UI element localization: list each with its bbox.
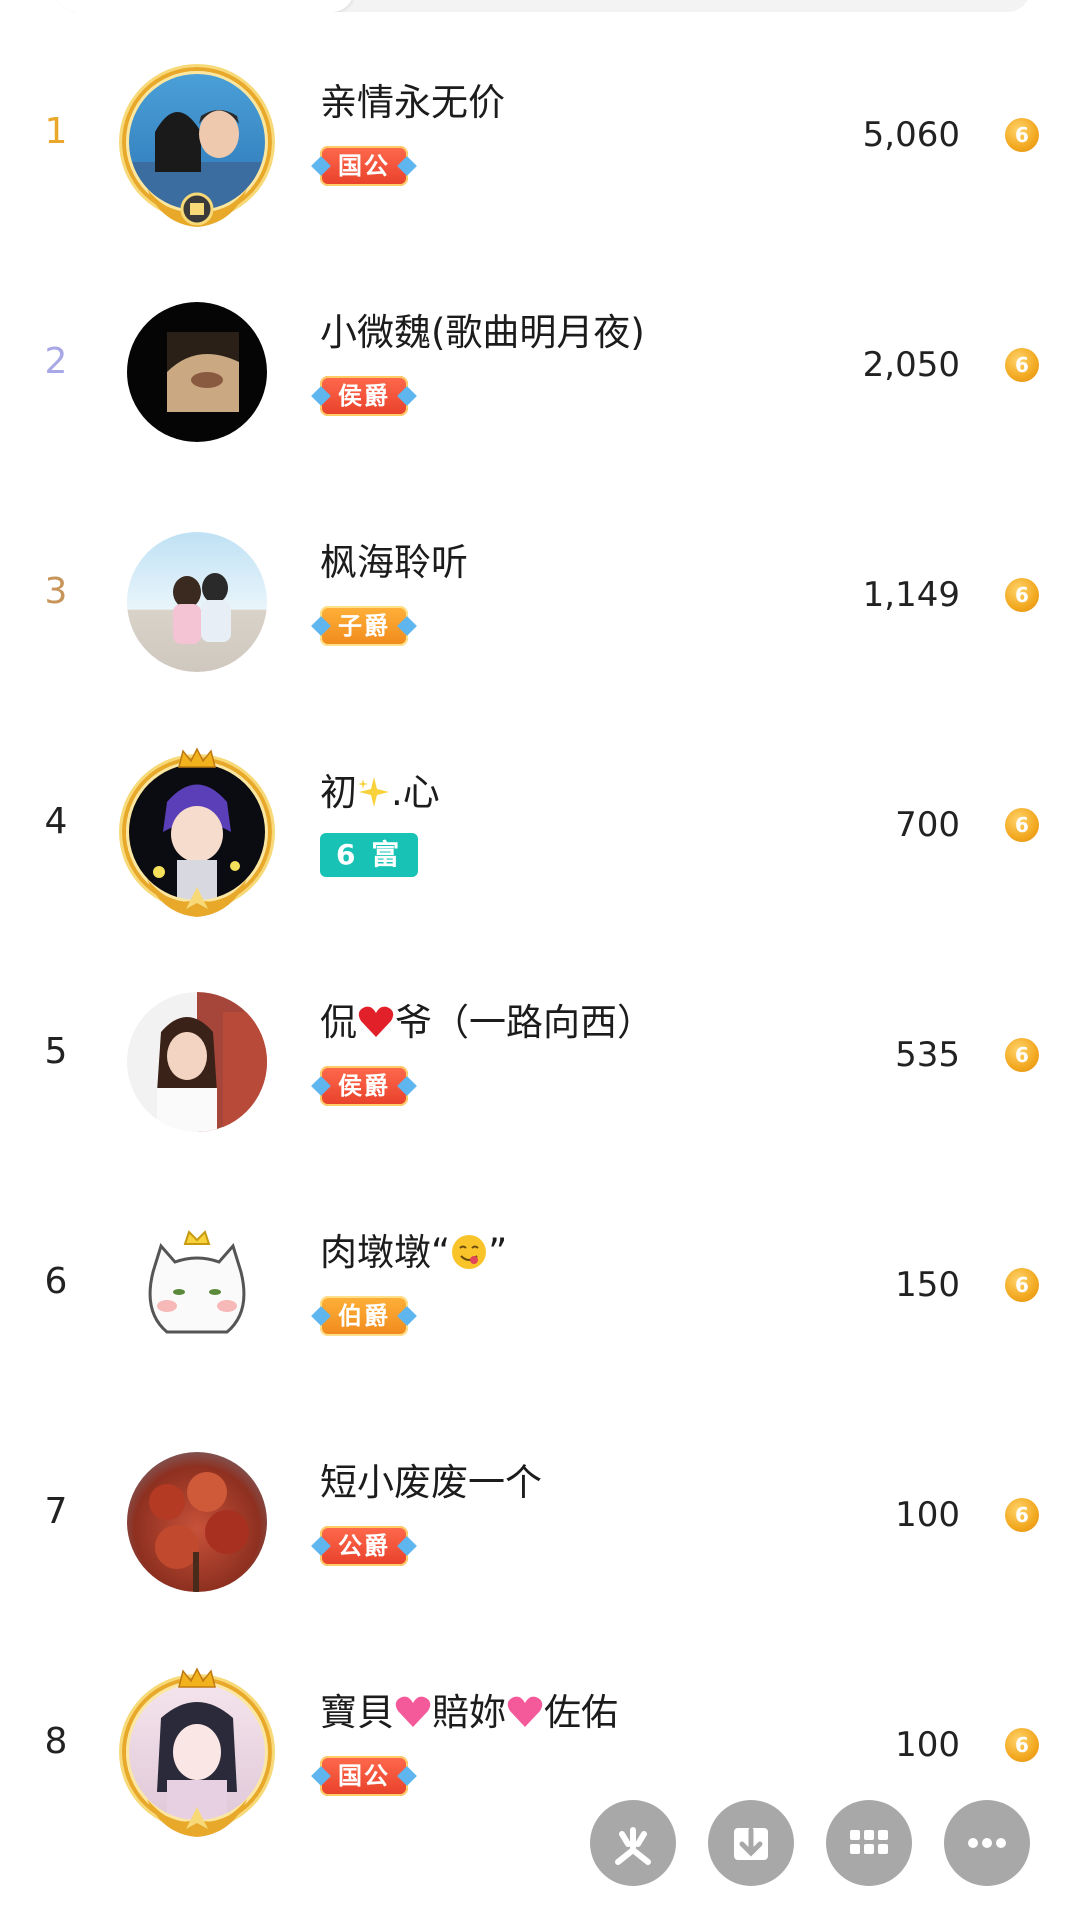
more-button[interactable] (944, 1800, 1030, 1886)
coin-icon: 6 (1005, 578, 1039, 612)
rank-number: 3 (44, 571, 68, 612)
avatar[interactable] (122, 1667, 272, 1837)
rank-badge: 国公 (320, 146, 408, 186)
rank-badge: 侯爵 (320, 376, 408, 416)
score-value: 5,060 (862, 115, 960, 155)
list-item[interactable]: 8 寶貝 賠妳 佐佑 国公 100 6 (0, 1630, 1080, 1860)
coin-icon: 6 (1005, 1728, 1039, 1762)
share-icon (615, 1827, 651, 1865)
avatar[interactable] (122, 67, 272, 227)
list-item[interactable]: 5 侃爷（一路向西） 侯爵 535 6 (0, 940, 1080, 1170)
heart-emoji (507, 1696, 543, 1727)
frame-wings-icon (147, 189, 247, 227)
crown-icon (178, 1667, 216, 1688)
score-value: 100 (895, 1725, 960, 1765)
user-name: 亲情永无价 (320, 81, 505, 124)
download-icon (734, 1827, 768, 1860)
user-name: 初 .心 (320, 771, 440, 814)
avatar-image (149, 1472, 249, 1592)
crown-icon (178, 747, 216, 768)
rank-badge: 国公 (320, 1756, 408, 1796)
list-item[interactable]: 4 初 .心 6 富 700 6 (0, 710, 1080, 940)
rank-badge: 伯爵 (320, 1296, 408, 1336)
avatar-image (157, 1012, 267, 1132)
list-item[interactable]: 6 肉墩墩“” 伯爵 150 6 (0, 1170, 1080, 1400)
user-name: 肉墩墩“” (320, 1231, 508, 1274)
score-value: 700 (895, 805, 960, 845)
score-value: 150 (895, 1265, 960, 1305)
score-value: 535 (895, 1035, 960, 1075)
frame-wings-icon (147, 1799, 247, 1837)
list-item[interactable]: 1 亲情永无价 国公 5,060 6 (0, 20, 1080, 250)
avatar-image (148, 1230, 246, 1334)
rank-number: 5 (44, 1031, 68, 1072)
share-button[interactable] (590, 1800, 676, 1886)
avatar[interactable] (122, 1217, 272, 1367)
download-button[interactable] (708, 1800, 794, 1886)
score-value: 2,050 (862, 345, 960, 385)
list-item[interactable]: 3 枫海聆听 子爵 1,149 6 (0, 480, 1080, 710)
rank-number: 1 (44, 111, 68, 152)
top-tab-bar[interactable] (54, 0, 1030, 12)
coin-icon: 6 (1005, 348, 1039, 382)
yum-face-emoji (452, 1235, 487, 1269)
user-name: 短小废废一个 (320, 1461, 542, 1504)
frame-wings-icon (147, 879, 247, 917)
rank-number: 7 (44, 1491, 68, 1532)
top-tab-active[interactable] (54, 0, 354, 12)
heart-emoji (358, 1006, 394, 1037)
avatar[interactable] (122, 1447, 272, 1597)
sparkle-emoji (358, 777, 389, 807)
user-name: 寶貝 賠妳 佐佑 (320, 1691, 618, 1734)
rank-number: 4 (44, 801, 68, 842)
rank-number: 2 (44, 341, 68, 382)
more-dots-icon (968, 1838, 1006, 1848)
coin-icon: 6 (1005, 1268, 1039, 1302)
avatar[interactable] (122, 987, 272, 1137)
avatar-image (167, 332, 239, 412)
avatar-image (173, 573, 231, 644)
coin-icon: 6 (1005, 1038, 1039, 1072)
score-value: 100 (895, 1495, 960, 1535)
rank-badge: 侯爵 (320, 1066, 408, 1106)
avatar[interactable] (122, 297, 272, 447)
list-item[interactable]: 2 小微魏(歌曲明月夜) 侯爵 2,050 6 (0, 250, 1080, 480)
wealth-level-badge: 6 富 (320, 833, 419, 877)
avatar[interactable] (122, 527, 272, 677)
grid-icon (850, 1830, 888, 1854)
user-name: 枫海聆听 (320, 541, 468, 584)
coin-icon: 6 (1005, 1498, 1039, 1532)
score-value: 1,149 (862, 575, 960, 615)
user-name: 侃爷（一路向西） (320, 1001, 654, 1044)
heart-emoji (395, 1696, 431, 1727)
rank-badge: 公爵 (320, 1526, 408, 1566)
list-item[interactable]: 7 短小废废一个 公爵 100 6 (0, 1400, 1080, 1630)
apps-button[interactable] (826, 1800, 912, 1886)
coin-icon: 6 (1005, 808, 1039, 842)
user-name: 小微魏(歌曲明月夜) (320, 311, 645, 354)
avatar[interactable] (122, 747, 272, 917)
rank-number: 8 (44, 1721, 68, 1762)
rank-badge: 子爵 (320, 606, 408, 646)
coin-icon: 6 (1005, 118, 1039, 152)
rank-number: 6 (44, 1261, 68, 1302)
